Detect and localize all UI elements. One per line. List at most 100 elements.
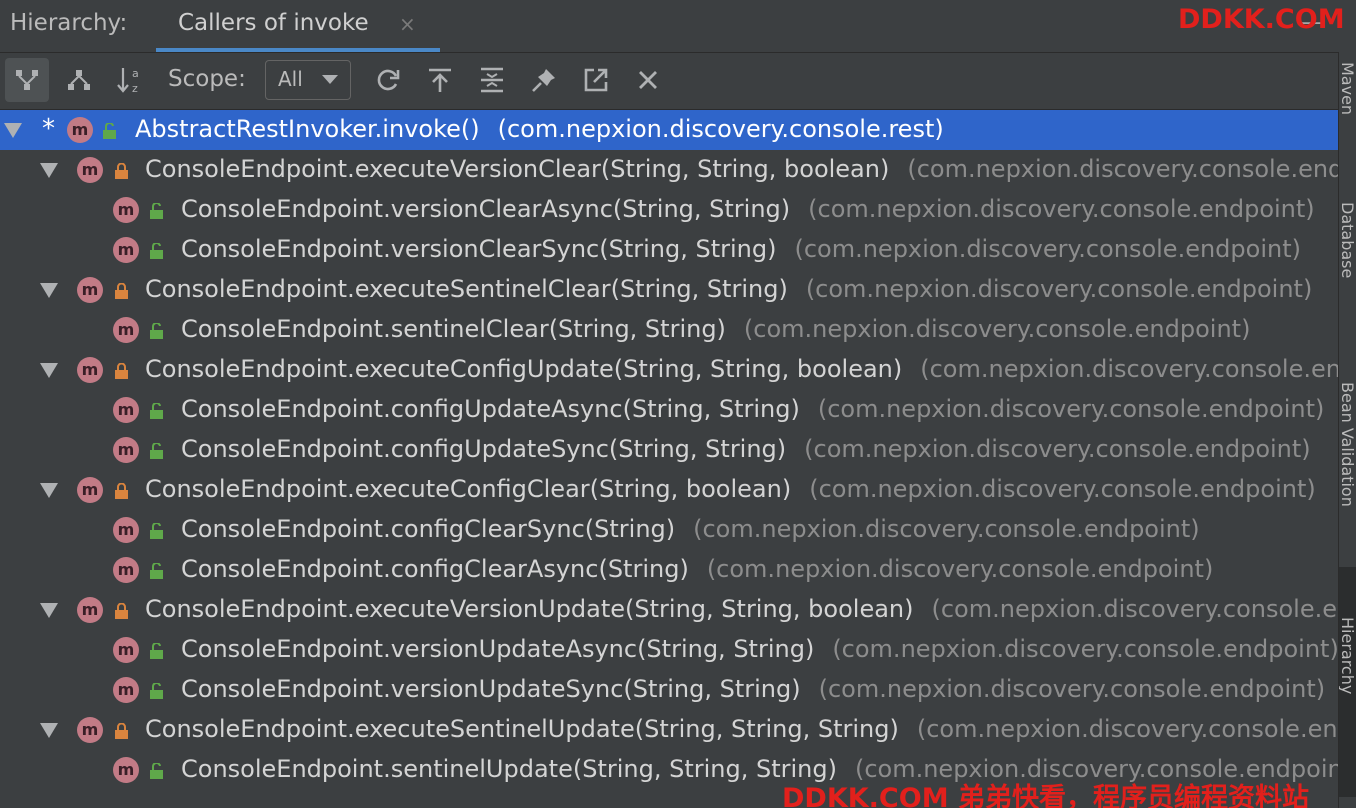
method-signature: ConsoleEndpoint.configClearSync(String) (… [181, 515, 1200, 543]
method-icon: m [77, 597, 103, 623]
tree-row[interactable]: m ConsoleEndpoint.configClearSync(String)… [0, 510, 1338, 550]
method-name: AbstractRestInvoker.invoke() [135, 115, 480, 143]
side-tab-maven[interactable]: Maven [1339, 62, 1356, 115]
method-icon: m [77, 717, 103, 743]
tree-row[interactable]: m ConsoleEndpoint.configUpdateAsync(Strin… [0, 390, 1338, 430]
method-signature: ConsoleEndpoint.versionUpdateSync(String… [181, 675, 1325, 703]
callee-hierarchy-icon [66, 67, 92, 93]
private-lock-icon [115, 723, 128, 739]
package-name: (com.nepxion.discovery.console.endpoint) [832, 635, 1338, 663]
tool-window-header: Hierarchy: Callers of invoke × — [0, 0, 1356, 53]
private-lock-icon [115, 163, 128, 179]
tree-row[interactable]: m ConsoleEndpoint.executeVersionClear(Str… [0, 150, 1338, 190]
root-marker: * [42, 114, 55, 144]
package-name: (com.nepxion.discovery.console.endpoint) [907, 155, 1338, 183]
tab-close-icon[interactable]: × [399, 12, 416, 36]
right-tool-strip: Maven Database Bean Validation Hierarchy [1338, 52, 1356, 808]
tree-row[interactable]: m ConsoleEndpoint.versionUpdateSync(Strin… [0, 670, 1338, 710]
method-name: ConsoleEndpoint.configUpdateAsync(String… [181, 395, 800, 423]
public-lock-icon [150, 323, 163, 339]
refresh-icon [374, 66, 402, 94]
method-name: ConsoleEndpoint.executeConfigUpdate(Stri… [145, 355, 903, 383]
tree-row[interactable]: m ConsoleEndpoint.executeConfigUpdate(Str… [0, 350, 1338, 390]
package-name: (com.nepxion.discovery.console.endpoint) [916, 715, 1338, 743]
export-icon [426, 66, 454, 94]
method-signature: ConsoleEndpoint.executeVersionUpdate(Str… [145, 595, 1338, 623]
public-lock-icon [150, 523, 163, 539]
public-lock-icon [150, 443, 163, 459]
package-name: (com.nepxion.discovery.console.endpoint) [805, 275, 1313, 303]
package-name: (com.nepxion.discovery.console.endpoint) [818, 675, 1326, 703]
method-icon: m [113, 637, 139, 663]
pin-icon [530, 66, 558, 94]
tree-row[interactable]: m ConsoleEndpoint.versionUpdateAsync(Stri… [0, 630, 1338, 670]
public-lock-icon [150, 683, 163, 699]
public-lock-icon [150, 563, 163, 579]
method-icon: m [77, 277, 103, 303]
method-icon: m [77, 477, 103, 503]
method-name: ConsoleEndpoint.sentinelClear(String, St… [181, 315, 726, 343]
method-signature: ConsoleEndpoint.executeSentinelUpdate(St… [145, 715, 1338, 743]
package-name: (com.nepxion.discovery.console.endpoint) [809, 475, 1316, 503]
side-tab-hierarchy[interactable]: Hierarchy [1339, 617, 1356, 694]
side-tab-bean-validation[interactable]: Bean Validation [1339, 382, 1356, 507]
tree-row[interactable]: m ConsoleEndpoint.versionClearSync(String… [0, 230, 1338, 270]
private-lock-icon [115, 483, 128, 499]
expand-all-button[interactable] [470, 58, 514, 102]
close-panel-button[interactable] [626, 58, 670, 102]
tree-row[interactable]: * m AbstractRestInvoker.invoke() (com.nepxi… [0, 110, 1338, 150]
toolbar: a z Scope: All [0, 53, 1338, 110]
tree-row[interactable]: m ConsoleEndpoint.configUpdateSync(String… [0, 430, 1338, 470]
method-signature: ConsoleEndpoint.executeConfigClear(Strin… [145, 475, 1316, 503]
pin-button[interactable] [522, 58, 566, 102]
method-signature: ConsoleEndpoint.sentinelClear(String, St… [181, 315, 1250, 343]
scope-dropdown[interactable]: All [265, 60, 351, 100]
side-tab-database[interactable]: Database [1339, 202, 1356, 278]
tree-row[interactable]: m ConsoleEndpoint.configClearAsync(String… [0, 550, 1338, 590]
method-signature: ConsoleEndpoint.configUpdateAsync(String… [181, 395, 1324, 423]
package-name: (com.nepxion.discovery.console.endpoint) [804, 435, 1311, 463]
method-name: ConsoleEndpoint.executeSentinelUpdate(St… [145, 715, 899, 743]
private-lock-icon [115, 363, 128, 379]
expand-arrow-icon[interactable] [4, 123, 22, 138]
expand-arrow-icon[interactable] [40, 603, 58, 618]
package-name: (com.nepxion.discovery.console.endpoint) [743, 315, 1251, 343]
open-in-new-button[interactable] [574, 58, 618, 102]
tree-row[interactable]: m ConsoleEndpoint.executeVersionUpdate(St… [0, 590, 1338, 630]
svg-text:a: a [132, 67, 139, 80]
method-signature: ConsoleEndpoint.executeSentinelClear(Str… [145, 275, 1312, 303]
expand-arrow-icon[interactable] [40, 363, 58, 378]
watermark-top: DDKK.COM [1178, 4, 1345, 35]
tree-row[interactable]: m ConsoleEndpoint.executeSentinelUpdate(S… [0, 710, 1338, 750]
method-name: ConsoleEndpoint.executeSentinelClear(Str… [145, 275, 788, 303]
refresh-button[interactable] [366, 58, 410, 102]
private-lock-icon [115, 283, 128, 299]
caller-hierarchy-icon [14, 67, 40, 93]
expand-arrow-icon[interactable] [40, 483, 58, 498]
sort-alphabetically-button[interactable]: a z [109, 58, 153, 102]
method-name: ConsoleEndpoint.versionClearAsync(String… [181, 195, 791, 223]
expand-arrow-icon[interactable] [40, 283, 58, 298]
caller-hierarchy-button[interactable] [5, 58, 49, 102]
export-button[interactable] [418, 58, 462, 102]
tree-row[interactable]: m ConsoleEndpoint.versionClearAsync(Strin… [0, 190, 1338, 230]
method-icon: m [113, 517, 139, 543]
package-name: (com.nepxion.discovery.console.endpoint) [706, 555, 1214, 583]
package-name: (com.nepxion.discovery.console.endpoint) [817, 395, 1325, 423]
tree-row[interactable]: m ConsoleEndpoint.executeConfigClear(Stri… [0, 470, 1338, 510]
tree-row[interactable]: m ConsoleEndpoint.sentinelClear(String, S… [0, 310, 1338, 350]
expand-arrow-icon[interactable] [40, 723, 58, 738]
public-lock-icon [150, 243, 163, 259]
method-icon: m [113, 437, 139, 463]
tree-row[interactable]: m ConsoleEndpoint.executeSentinelClear(St… [0, 270, 1338, 310]
tab-title: Callers of invoke [178, 10, 369, 36]
package-name: (com.nepxion.discovery.console.endpoint) [693, 515, 1200, 543]
private-lock-icon [115, 603, 128, 619]
method-name: ConsoleEndpoint.sentinelUpdate(String, S… [181, 755, 837, 783]
method-icon: m [113, 237, 139, 263]
public-lock-icon [150, 763, 163, 779]
callee-hierarchy-button[interactable] [57, 58, 101, 102]
expand-arrow-icon[interactable] [40, 163, 58, 178]
tab-callers-of-invoke[interactable]: Callers of invoke × [156, 0, 440, 52]
method-signature: ConsoleEndpoint.executeVersionClear(Stri… [145, 155, 1338, 183]
